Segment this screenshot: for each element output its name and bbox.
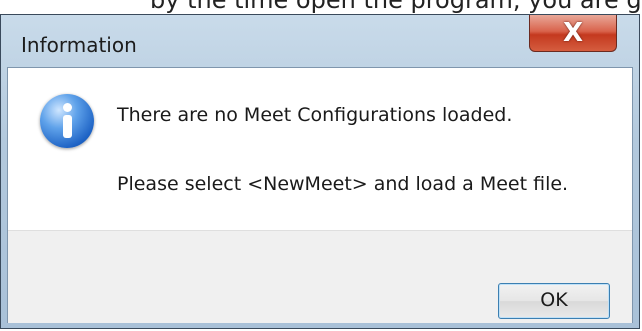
close-button[interactable]: X <box>529 15 617 52</box>
ok-button[interactable]: OK <box>498 283 610 319</box>
title-bar[interactable]: Information X <box>1 15 639 67</box>
button-bar: OK <box>8 230 632 323</box>
dialog-title: Information <box>21 33 137 57</box>
background-text: by the time open the program, you are ge… <box>150 0 642 14</box>
close-icon: X <box>562 18 584 48</box>
message-line-1: There are no Meet Configurations loaded. <box>117 104 513 126</box>
background-text-strip: by the time open the program, you are ge… <box>0 0 642 14</box>
dialog-content: There are no Meet Configurations loaded.… <box>7 67 633 323</box>
message-line-2: Please select <NewMeet> and load a Meet … <box>117 173 569 195</box>
info-icon <box>40 94 94 148</box>
information-dialog: Information X There are no Meet Configur… <box>0 14 640 329</box>
